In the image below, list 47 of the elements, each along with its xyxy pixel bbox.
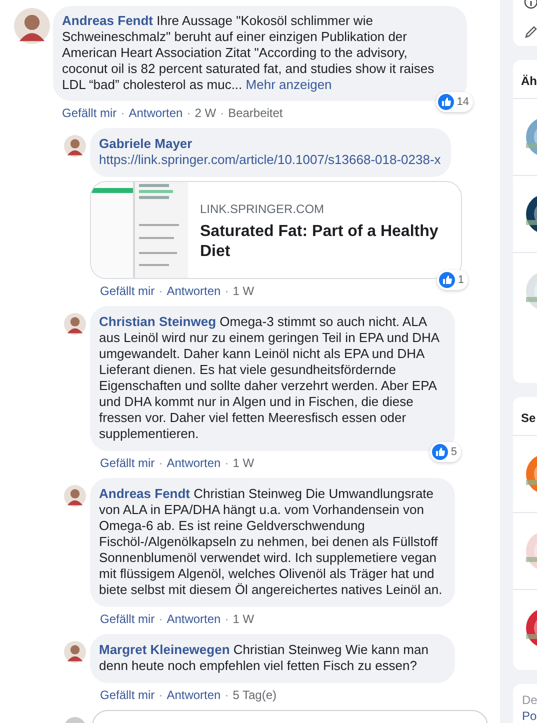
sidebar-heading: Se: [513, 397, 537, 436]
url-link[interactable]: https://link.springer.com/article/10.1007/s13668-018-0238-x: [99, 152, 441, 167]
author-link[interactable]: Andreas Fendt: [99, 486, 190, 501]
separator: ·: [220, 105, 224, 121]
author-link[interactable]: Margret Kleinewegen: [99, 642, 230, 657]
separator: ·: [120, 105, 125, 121]
reaction-badge[interactable]: 14: [436, 92, 473, 112]
reply-link[interactable]: Antworten: [166, 687, 221, 703]
comment-text: Andreas Fendt Christian Steinweg Die Umwandlungsrate von ALA in EPA/DHA hängt u.a. vom Vorhandensein von Omega-6 ab. Es ist reine Geldverschwendung Fischöl-/Algenölkapseln zu nehmen, bei denen als Füllstoff Sonnenblumenöl verwendet wird. Ich supplemetiere vegan mit flüssigem Algenöl, welches Olivenöl als Träger hat und biete selbst mit diesem Öl angereichertes natives Leinöl an.: [99, 486, 444, 598]
timestamp: 1 W: [232, 283, 254, 299]
separator: ·: [158, 611, 163, 627]
reply-link[interactable]: Antworten: [166, 283, 221, 299]
footer-link[interactable]: Po: [522, 709, 537, 723]
like-link[interactable]: Gefällt mir: [100, 455, 155, 471]
author-link[interactable]: Gabriele Mayer: [99, 136, 192, 151]
separator: ·: [158, 687, 163, 703]
sidebar-heading: Äh: [513, 60, 537, 99]
timestamp: 5 Tag(e): [232, 687, 277, 703]
footer-text: De: [522, 692, 537, 708]
separator: ·: [224, 611, 229, 627]
comment-text: Christian Steinweg Omega-3 stimmt so auch nicht. ALA aus Leinöl wird nur zu einem geringen Teil in EPA und DHA umgewandelt. Daher kann Leinöl nicht als EPA und DHA Lieferant dienen. Es hat viele gesundheitsfördernde Eigenschaften und sollte daher verzehrt werden. Aber EPA und DHA kommt nur in Algen und in Fischen, die diese fressen vor. Daher viel fetten Meeresfisch essen oder supplementieren.: [99, 314, 440, 442]
author-link[interactable]: Christian Steinweg: [99, 314, 216, 329]
like-link[interactable]: Gefällt mir: [100, 283, 155, 299]
separator: ·: [224, 283, 229, 299]
separator: ·: [224, 455, 229, 471]
link-domain: LINK.SPRINGER.COM: [200, 201, 326, 217]
timestamp: 1 W: [232, 611, 254, 627]
separator: ·: [158, 455, 163, 471]
like-link[interactable]: Gefällt mir: [100, 611, 155, 627]
reply-link[interactable]: Antworten: [166, 611, 221, 627]
separator: ·: [158, 283, 163, 299]
link-title: Saturated Fat: Part of a Healthy Diet: [200, 222, 440, 262]
like-link[interactable]: Gefällt mir: [62, 105, 117, 121]
separator: ·: [224, 687, 229, 703]
comment-text: Andreas Fendt Ihre Aussage "Kokosöl schlimmer wie Schweineschmalz" beruht auf einer einzigen Publikation der American Heart Association Zitat "According to the advisory, coconut oil is 82 percent saturated fat, and studies show it raises LDL “bad” cholesterol as muc... Mehr anzeigen: [62, 13, 436, 93]
edited-label: Bearbeitet: [228, 105, 283, 121]
reply-link[interactable]: Antworten: [128, 105, 183, 121]
more-link[interactable]: Mehr anzeigen: [246, 77, 332, 92]
separator: ·: [186, 105, 191, 121]
timestamp: 2 W: [194, 105, 216, 121]
like-link[interactable]: Gefällt mir: [100, 687, 155, 703]
reply-link[interactable]: Antworten: [166, 455, 221, 471]
reaction-badge[interactable]: 1: [436, 270, 468, 290]
timestamp: 1 W: [232, 455, 254, 471]
author-link[interactable]: Andreas Fendt: [62, 13, 154, 28]
comment-text: Margret Kleinewegen Christian Steinweg Wie kann man denn heute noch empfehlen viel fetten Fisch zu essen?: [99, 642, 430, 674]
reaction-badge[interactable]: 5: [430, 442, 461, 462]
